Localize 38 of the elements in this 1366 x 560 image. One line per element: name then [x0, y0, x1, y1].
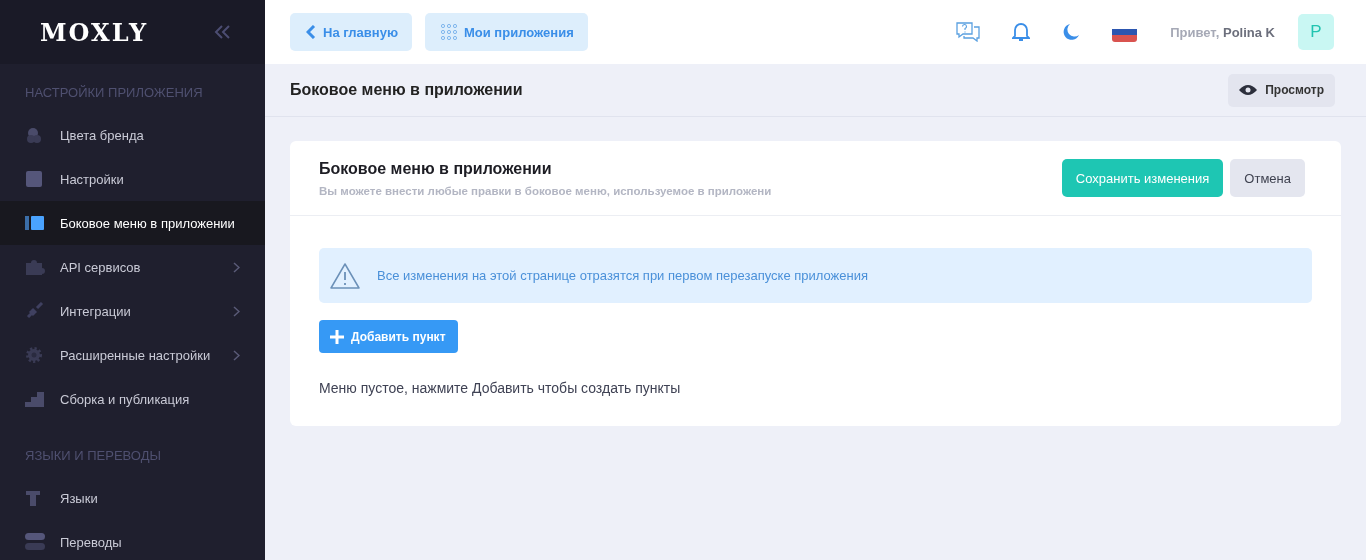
steps-icon — [25, 391, 45, 407]
help-chat-icon[interactable] — [956, 22, 981, 42]
cancel-button[interactable]: Отмена — [1230, 159, 1305, 197]
toggle-icon — [25, 533, 45, 551]
eye-icon — [1239, 84, 1258, 96]
sidebar-item[interactable]: Языки — [0, 476, 265, 520]
square-icon — [25, 170, 43, 188]
sidebar-item[interactable]: Боковое меню в приложении — [0, 201, 265, 245]
section-title: ЯЗЫКИ И ПЕРЕВОДЫ — [25, 448, 161, 463]
card-title: Боковое меню в приложении — [319, 159, 553, 178]
preview-button[interactable]: Просмотр — [1228, 73, 1335, 107]
section-title: НАСТРОЙКИ ПРИЛОЖЕНИЯ — [25, 85, 203, 100]
warning-icon — [329, 261, 361, 290]
sidebar-item[interactable]: API сервисов — [0, 245, 265, 289]
sidebar-icon — [25, 215, 45, 231]
plug-icon — [25, 302, 45, 320]
sidebar-item[interactable]: Расширенные настройки — [0, 333, 265, 377]
page-title: Боковое меню в приложении — [290, 81, 523, 99]
sidebar-item[interactable]: Сборка и публикация — [0, 377, 265, 421]
bell-icon[interactable] — [1012, 22, 1031, 42]
sidebar-item[interactable]: Настройки — [0, 157, 265, 201]
grid-icon — [441, 24, 457, 40]
alert-text: Все изменения на этой странице отразятся при первом перезапуске приложения — [377, 268, 868, 283]
empty-message: Меню пустое, нажмите Добавить чтобы создать пункты — [319, 380, 682, 396]
sidebar-item[interactable]: Интеграции — [0, 289, 265, 333]
gear-icon — [25, 346, 43, 364]
collapse-icon[interactable] — [213, 24, 231, 40]
sidebar-item[interactable]: Цвета бренда — [0, 113, 265, 157]
plus-icon — [330, 329, 344, 344]
sidebar-item[interactable]: Переводы — [0, 520, 265, 560]
user-greeting: Привет, Polina K — [1170, 24, 1275, 40]
puzzle-icon — [25, 258, 45, 276]
back-icon — [306, 25, 316, 39]
text-icon — [25, 490, 41, 506]
card-subtitle: Вы можете внести любые правки в боковое меню, используемое в приложени — [319, 184, 772, 197]
logo: MOXLY — [40, 17, 149, 47]
moon-icon[interactable] — [1062, 23, 1081, 41]
palette-icon — [25, 126, 43, 144]
